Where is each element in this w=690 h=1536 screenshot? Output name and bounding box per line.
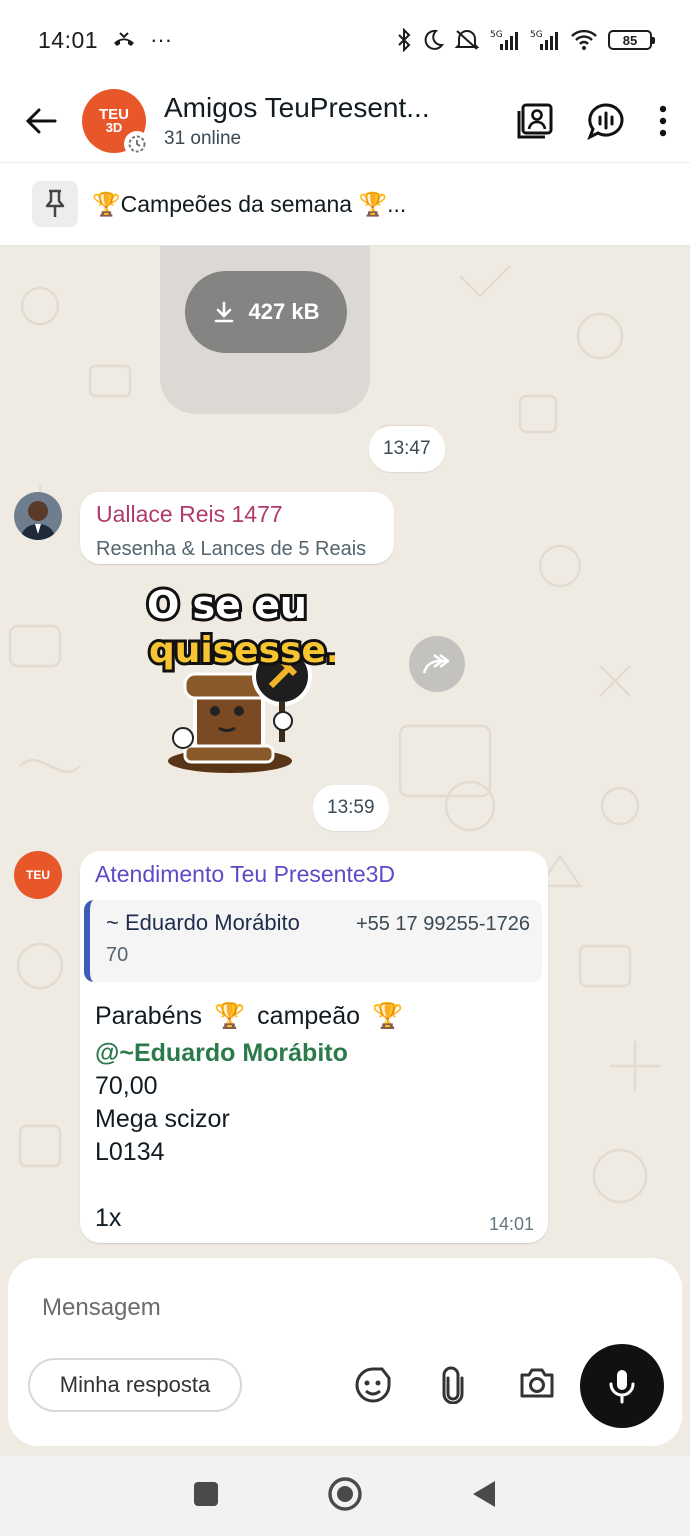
group-avatar[interactable]: TEU 3D: [82, 89, 150, 157]
sticker-icon: [355, 1367, 391, 1403]
back-button[interactable]: [0, 80, 82, 162]
camera-button[interactable]: [518, 1366, 556, 1400]
home-button[interactable]: [327, 1476, 363, 1517]
message-line-1: Parabéns 🏆 campeão 🏆: [95, 1000, 542, 1033]
missed-call-icon: [112, 31, 136, 49]
signal-icon-1: 5G: [490, 28, 520, 52]
voice-chat-icon: [587, 103, 624, 140]
triangle-back-icon: [473, 1480, 495, 1507]
message-bubble-2[interactable]: Atendimento Teu Presente3D ~ Eduardo Mor…: [80, 851, 548, 1243]
contacts-button[interactable]: [516, 102, 554, 140]
signal-icon-2: 5G: [530, 28, 560, 52]
voice-record-button[interactable]: [580, 1344, 664, 1428]
more-options-button[interactable]: [658, 105, 668, 137]
svg-text:5G: 5G: [490, 30, 503, 40]
message-line-4: Mega scizor: [95, 1105, 230, 1133]
sticker-text-1: O se eu: [147, 583, 307, 627]
message-text: Resenha & Lances de 5 Reais: [96, 538, 367, 560]
download-button[interactable]: 427 kB: [185, 271, 347, 353]
message-line-3: 70,00: [95, 1072, 158, 1100]
avatar-logo-text: TEU: [26, 868, 50, 882]
chat-area: 427 kB 13:47 Uallace Reis 1477 Resenha &…: [0, 246, 690, 1256]
more-vert-icon: [659, 105, 667, 137]
more-notifications-icon: ···: [150, 27, 173, 52]
voice-chat-button[interactable]: [586, 102, 626, 140]
chat-header: TEU 3D Amigos TeuPresent... 31 online: [0, 80, 690, 162]
online-count: 31 online: [164, 128, 242, 149]
forward-icon: [422, 653, 450, 674]
back-nav-button[interactable]: [471, 1479, 497, 1514]
system-nav-bar: [0, 1456, 690, 1536]
message-input[interactable]: Mensagem: [42, 1294, 161, 1322]
moon-icon: [422, 29, 444, 51]
header-info[interactable]: Amigos TeuPresent... 31 online: [164, 92, 446, 150]
message-sender: Atendimento Teu Presente3D: [95, 861, 396, 887]
quoted-sender: ~ Eduardo Morábito: [106, 910, 300, 935]
wifi-icon: [570, 29, 598, 51]
attach-button[interactable]: [440, 1366, 466, 1404]
text-campeao: campeão: [257, 1002, 361, 1030]
battery-indicator: 85: [608, 30, 655, 50]
pin-icon: [32, 181, 78, 227]
circle-home-icon: [328, 1476, 362, 1511]
avatar[interactable]: [14, 492, 62, 540]
user-mention[interactable]: @~Eduardo Morábito: [95, 1037, 542, 1070]
arrow-left-icon: [25, 108, 57, 134]
message-time: 14:01: [488, 1214, 534, 1234]
quoted-phone: +55 17 99255-1726: [355, 913, 530, 935]
trophy-icon: 🏆: [372, 1002, 404, 1030]
status-bar: 14:01 ··· 5G 5G 85: [0, 0, 690, 80]
forward-button[interactable]: [409, 636, 465, 692]
quoted-message[interactable]: ~ Eduardo Morábito +55 17 99255-1726 70: [84, 900, 542, 982]
pinned-message-bar[interactable]: 🏆Campeões da semana 🏆...: [0, 162, 690, 246]
pinned-text: 🏆Campeões da semana 🏆...: [92, 190, 407, 217]
date-separator-2: 13:59: [313, 785, 389, 831]
paperclip-icon: [442, 1366, 464, 1404]
mute-icon: [454, 29, 480, 51]
message-sender: Uallace Reis 1477: [96, 501, 283, 527]
download-size: 427 kB: [248, 299, 320, 324]
text-parabens: Parabéns: [95, 1002, 203, 1030]
message-composer: Mensagem Minha resposta: [8, 1258, 682, 1446]
contact-book-icon: [517, 103, 553, 139]
quoted-text: 70: [106, 944, 129, 966]
sticker-text-2: quisesse.: [149, 630, 335, 671]
message-line-6: 1x: [95, 1204, 122, 1232]
download-icon: [214, 301, 233, 323]
group-title: Amigos TeuPresent...: [164, 92, 430, 123]
date-separator-1: 13:47: [369, 426, 445, 472]
message-bubble-1[interactable]: Uallace Reis 1477 Resenha & Lances de 5 …: [80, 492, 394, 564]
message-line-5: L0134: [95, 1138, 165, 1166]
auction-sticker[interactable]: O se eu quisesse.: [135, 576, 343, 781]
svg-text:5G: 5G: [530, 30, 543, 40]
square-icon: [194, 1481, 218, 1506]
avatar[interactable]: TEU: [14, 851, 62, 899]
trophy-icon: 🏆: [214, 1002, 246, 1030]
status-time: 14:01: [38, 26, 99, 53]
sticker-button[interactable]: [354, 1366, 392, 1404]
recents-button[interactable]: [193, 1481, 219, 1512]
bluetooth-icon: [396, 28, 412, 52]
quick-reply-chip[interactable]: Minha resposta: [28, 1358, 242, 1412]
camera-icon: [520, 1368, 554, 1398]
mic-icon: [609, 1370, 635, 1404]
timer-badge-icon: [124, 131, 150, 157]
